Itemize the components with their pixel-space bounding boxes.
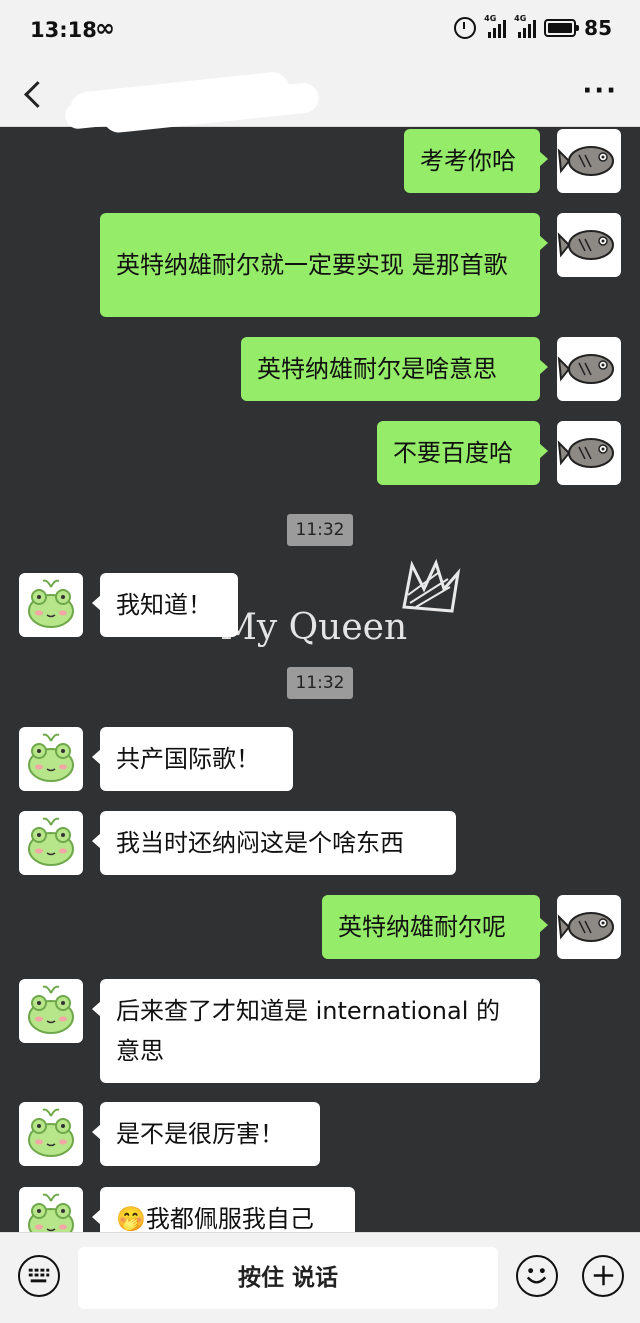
timestamp: 11:32: [287, 514, 353, 546]
frog-icon: [28, 733, 74, 782]
smiley-icon: [526, 1268, 547, 1284]
plus-icon: [593, 1265, 613, 1286]
frog-icon: [28, 817, 74, 866]
status-icons: 4G 4G 85: [454, 14, 612, 40]
fish-icon: [557, 438, 614, 468]
my-avatar[interactable]: [557, 213, 621, 277]
battery-level: 85: [584, 16, 612, 40]
message-bubble-received[interactable]: 我知道！: [92, 573, 238, 637]
message-text: 英特纳雄耐尔就一定要实现 是那首歌: [116, 251, 508, 279]
frog-icon: [28, 985, 74, 1034]
input-bar: 按住 说话: [0, 1232, 640, 1323]
alarm-icon: [454, 17, 477, 39]
message-bubble-sent[interactable]: 英特纳雄耐尔呢: [322, 895, 548, 959]
frog-icon: [28, 1108, 74, 1157]
message-bubble-received[interactable]: 共产国际歌！: [92, 727, 293, 791]
my-avatar[interactable]: [557, 337, 621, 401]
fish-icon: [557, 912, 614, 942]
status-time: 13:18: [30, 18, 97, 42]
message-text: 共产国际歌！: [116, 745, 260, 773]
plus-button[interactable]: [582, 1255, 624, 1297]
my-avatar[interactable]: [557, 421, 621, 485]
battery-icon: [544, 19, 580, 37]
contact-avatar[interactable]: [19, 1102, 83, 1166]
message-text: 是不是很厉害！: [116, 1120, 284, 1148]
fish-icon: [557, 146, 614, 176]
timestamp: 11:32: [287, 667, 353, 699]
contact-avatar[interactable]: [19, 979, 83, 1043]
contact-avatar[interactable]: [19, 573, 83, 637]
message-text: 我知道！: [116, 591, 212, 619]
redacted-contact-name: [68, 70, 292, 128]
hold-to-talk-button[interactable]: 按住 说话: [78, 1247, 498, 1309]
emoji-button[interactable]: [516, 1255, 558, 1297]
status-bar: 13:18 ∞ 4G 4G 85: [0, 0, 640, 62]
contact-avatar[interactable]: [19, 811, 83, 875]
keyboard-icon: [28, 1268, 50, 1283]
frog-icon: [28, 579, 74, 628]
message-text: 英特纳雄耐尔是啥意思: [257, 355, 497, 383]
fish-icon: [557, 354, 614, 384]
message-bubble-received[interactable]: 我当时还纳闷这是个啥东西: [92, 811, 456, 875]
contact-avatar[interactable]: [19, 1187, 83, 1232]
message-text: 我都佩服我自己: [145, 1205, 314, 1232]
message-bubble-sent[interactable]: 英特纳雄耐尔是啥意思: [241, 337, 548, 401]
more-options-button[interactable]: ···: [582, 76, 618, 106]
message-bubble-sent[interactable]: 不要百度哈: [377, 421, 548, 485]
frog-icon: [28, 1193, 74, 1232]
keyboard-toggle-button[interactable]: [18, 1255, 60, 1297]
network-type: 4G: [514, 14, 527, 23]
message-text: 考考你哈: [420, 147, 516, 175]
chat-header: ···: [0, 62, 640, 128]
signal-icon: 4G: [484, 14, 507, 38]
fish-icon: [557, 230, 614, 260]
message-bubble-sent[interactable]: 英特纳雄耐尔就一定要实现 是那首歌: [100, 213, 548, 317]
network-type: 4G: [484, 14, 497, 23]
message-text: 后来查了才知道是 international 的意思: [116, 997, 501, 1065]
watermark-text: My Queen: [220, 607, 408, 648]
message-bubble-received[interactable]: 是不是很厉害！: [92, 1102, 320, 1166]
message-bubble-sent[interactable]: 考考你哈: [404, 129, 548, 193]
message-bubble-received[interactable]: 后来查了才知道是 international 的意思: [92, 979, 540, 1083]
my-avatar[interactable]: [557, 129, 621, 193]
contact-avatar[interactable]: [19, 727, 83, 791]
my-avatar[interactable]: [557, 895, 621, 959]
message-text: 我当时还纳闷这是个啥东西: [116, 829, 404, 857]
message-text: 不要百度哈: [393, 439, 513, 467]
message-bubble-received[interactable]: 🤭 我都佩服我自己: [92, 1187, 355, 1232]
loop-icon: ∞: [95, 14, 115, 42]
message-list[interactable]: 考考你哈 英特纳雄耐尔就一定要实现 是那首歌 英特纳雄耐尔是啥意思 不要百度哈 …: [0, 127, 640, 1232]
emoji: 🤭: [116, 1205, 146, 1232]
message-text: 英特纳雄耐尔呢: [338, 913, 506, 941]
back-button[interactable]: [16, 72, 56, 116]
signal-icon: 4G: [514, 14, 537, 38]
crown-icon: [402, 559, 461, 613]
